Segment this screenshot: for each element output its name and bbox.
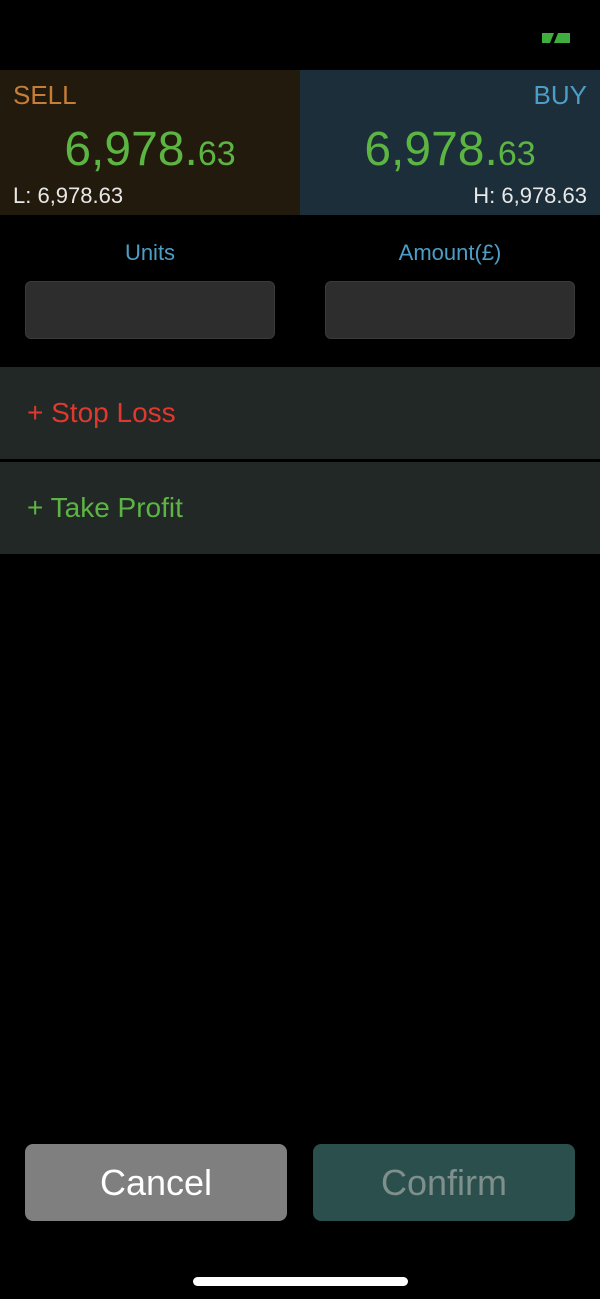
buy-label: BUY — [533, 80, 587, 110]
sell-label: SELL — [13, 80, 77, 110]
amount-field-group: Amount(£) — [325, 240, 575, 339]
home-indicator[interactable] — [193, 1277, 408, 1286]
buy-panel[interactable]: BUY 6,978.63 H: 6,978.63 — [300, 70, 600, 215]
sell-panel[interactable]: SELL 6,978.63 L: 6,978.63 — [0, 70, 300, 215]
sell-price: 6,978.63 — [0, 122, 300, 177]
buy-price: 6,978.63 — [300, 122, 600, 177]
cancel-button[interactable]: Cancel — [25, 1144, 287, 1221]
sell-price-main: 6,978. — [64, 123, 198, 176]
sell-low-value: L: 6,978.63 — [13, 183, 124, 208]
buy-price-decimal: 63 — [497, 135, 536, 173]
price-panels: SELL 6,978.63 L: 6,978.63 BUY 6,978.63 H… — [0, 70, 600, 215]
stop-loss-row[interactable]: + Stop Loss — [0, 367, 600, 459]
units-field-group: Units — [25, 240, 275, 339]
units-input[interactable] — [25, 281, 275, 339]
top-bar — [0, 0, 600, 70]
sell-price-decimal: 63 — [197, 135, 236, 173]
buy-price-main: 6,978. — [364, 123, 498, 176]
take-profit-row[interactable]: + Take Profit — [0, 462, 600, 554]
buy-high-value: H: 6,978.63 — [473, 183, 587, 208]
amount-label: Amount(£) — [398, 240, 502, 265]
connection-icon — [542, 33, 570, 43]
amount-input[interactable] — [325, 281, 575, 339]
units-label: Units — [124, 240, 176, 265]
confirm-button[interactable]: Confirm — [313, 1144, 575, 1221]
